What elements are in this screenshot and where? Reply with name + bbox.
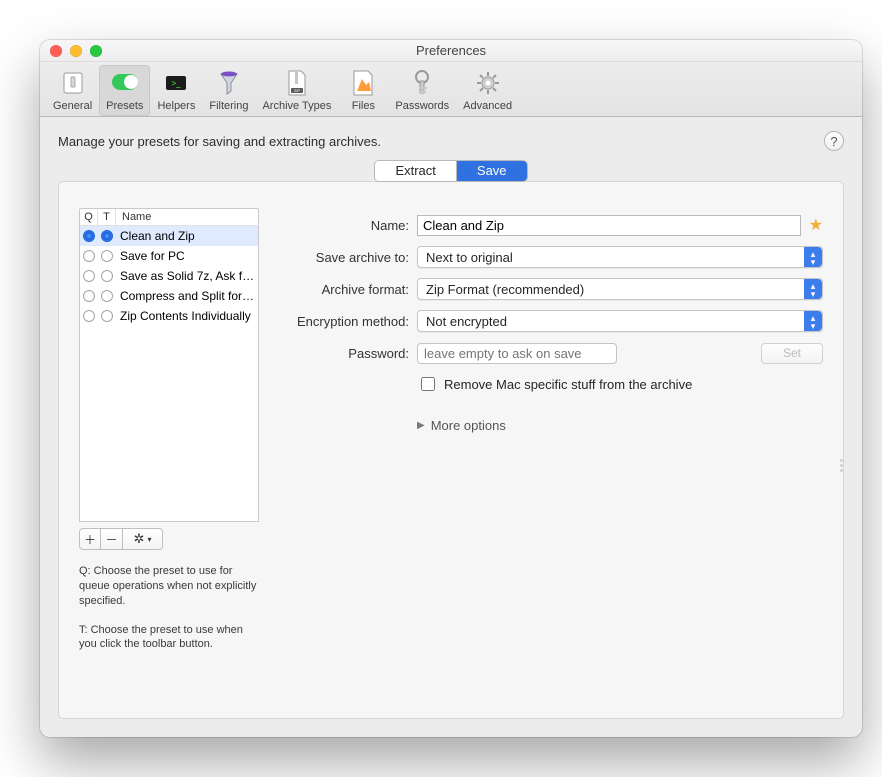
col-t[interactable]: T xyxy=(98,209,116,225)
helpers-icon: >_ xyxy=(161,68,191,98)
tab-passwords[interactable]: Passwords xyxy=(388,65,456,116)
drag-handle[interactable] xyxy=(840,450,844,480)
q-radio[interactable] xyxy=(83,230,95,242)
prefs-toolbar: General Presets >_ Helpers Filtering ZIP… xyxy=(40,62,862,117)
password-label: Password: xyxy=(287,346,417,361)
list-actions: ＋ － ✲ ▾ xyxy=(79,528,259,550)
gear-icon: ✲ xyxy=(134,531,145,547)
help-button[interactable]: ? xyxy=(824,131,844,151)
svg-text:ZIP: ZIP xyxy=(294,88,301,93)
presets-icon xyxy=(110,68,140,98)
t-radio[interactable] xyxy=(101,310,113,322)
toolbar-label: Files xyxy=(352,100,375,112)
page-description: Manage your presets for saving and extra… xyxy=(58,134,381,149)
col-name[interactable]: Name xyxy=(116,209,258,225)
encryption-label: Encryption method: xyxy=(287,314,417,329)
tab-archive-types[interactable]: ZIP Archive Types xyxy=(255,65,338,116)
plus-icon: ＋ xyxy=(84,531,96,548)
select-value: Next to original xyxy=(426,250,513,265)
files-icon xyxy=(348,68,378,98)
set-password-button[interactable]: Set xyxy=(761,343,823,364)
preset-list-header: Q T Name xyxy=(79,208,259,226)
close-window-button[interactable] xyxy=(50,45,62,57)
minimize-window-button[interactable] xyxy=(70,45,82,57)
mode-segmented: Extract Save xyxy=(375,161,526,181)
remove-mac-checkbox[interactable] xyxy=(421,377,435,391)
password-input[interactable] xyxy=(417,343,617,364)
advanced-icon xyxy=(473,68,503,98)
q-radio[interactable] xyxy=(83,290,95,302)
preset-row[interactable]: Save as Solid 7z, Ask fo… xyxy=(80,266,258,286)
zoom-window-button[interactable] xyxy=(90,45,102,57)
hint-t: T: Choose the preset to use when you cli… xyxy=(79,623,259,653)
t-radio[interactable] xyxy=(101,250,113,262)
preset-name: Compress and Split for… xyxy=(116,289,258,303)
general-icon xyxy=(58,68,88,98)
preset-name: Clean and Zip xyxy=(116,229,258,243)
segment-save[interactable]: Save xyxy=(457,161,527,181)
toolbar-label: Advanced xyxy=(463,100,512,112)
format-label: Archive format: xyxy=(287,282,417,297)
more-options-disclosure[interactable]: ▶ More options xyxy=(417,418,823,433)
toolbar-label: General xyxy=(53,100,92,112)
preset-name: Zip Contents Individually xyxy=(116,309,258,323)
updown-icon: ▴▾ xyxy=(808,282,818,298)
save-to-label: Save archive to: xyxy=(287,250,417,265)
passwords-icon xyxy=(407,68,437,98)
hint-q: Q: Choose the preset to use for queue op… xyxy=(79,564,259,609)
tab-files[interactable]: Files xyxy=(338,65,388,116)
chevron-down-icon: ▾ xyxy=(147,535,151,544)
minus-icon: － xyxy=(105,531,117,548)
select-value: Zip Format (recommended) xyxy=(426,282,584,297)
name-label: Name: xyxy=(287,218,417,233)
remove-mac-label: Remove Mac specific stuff from the archi… xyxy=(444,377,692,392)
archive-types-icon: ZIP xyxy=(282,68,312,98)
preset-list[interactable]: Clean and Zip Save for PC Save as Solid … xyxy=(79,226,259,522)
tab-filtering[interactable]: Filtering xyxy=(202,65,255,116)
archive-format-select[interactable]: Zip Format (recommended) ▴▾ xyxy=(417,278,823,300)
toolbar-label: Helpers xyxy=(157,100,195,112)
toolbar-label: Passwords xyxy=(395,100,449,112)
svg-text:>_: >_ xyxy=(172,79,182,88)
window-title: Preferences xyxy=(40,43,862,58)
more-options-label: More options xyxy=(431,418,506,433)
tab-general[interactable]: General xyxy=(46,65,99,116)
preset-name: Save as Solid 7z, Ask fo… xyxy=(116,269,258,283)
add-preset-button[interactable]: ＋ xyxy=(79,528,101,550)
segment-extract[interactable]: Extract xyxy=(375,161,456,181)
preferences-window: Preferences General Presets >_ Helpers F xyxy=(40,40,862,737)
t-radio[interactable] xyxy=(101,230,113,242)
toolbar-label: Archive Types xyxy=(262,100,331,112)
updown-icon: ▴▾ xyxy=(808,314,818,330)
q-radio[interactable] xyxy=(83,310,95,322)
tab-presets[interactable]: Presets xyxy=(99,65,150,116)
preset-row[interactable]: Save for PC xyxy=(80,246,258,266)
remove-preset-button[interactable]: － xyxy=(101,528,123,550)
preset-actions-menu[interactable]: ✲ ▾ xyxy=(123,528,163,550)
toolbar-label: Presets xyxy=(106,100,143,112)
preset-row[interactable]: Clean and Zip xyxy=(80,226,258,246)
disclosure-triangle-icon: ▶ xyxy=(417,420,425,431)
q-radio[interactable] xyxy=(83,270,95,282)
encryption-select[interactable]: Not encrypted ▴▾ xyxy=(417,310,823,332)
t-radio[interactable] xyxy=(101,290,113,302)
updown-icon: ▴▾ xyxy=(808,250,818,266)
col-q[interactable]: Q xyxy=(80,209,98,225)
titlebar: Preferences xyxy=(40,40,862,62)
tab-advanced[interactable]: Advanced xyxy=(456,65,519,116)
preset-name: Save for PC xyxy=(116,249,258,263)
name-input[interactable] xyxy=(417,215,801,236)
select-value: Not encrypted xyxy=(426,314,507,329)
tab-helpers[interactable]: >_ Helpers xyxy=(150,65,202,116)
filtering-icon xyxy=(214,68,244,98)
t-radio[interactable] xyxy=(101,270,113,282)
q-radio[interactable] xyxy=(83,250,95,262)
preset-row[interactable]: Compress and Split for… xyxy=(80,286,258,306)
toolbar-label: Filtering xyxy=(209,100,248,112)
presets-panel: Q T Name Clean and Zip Save for PC xyxy=(58,181,844,719)
preset-row[interactable]: Zip Contents Individually xyxy=(80,306,258,326)
save-to-select[interactable]: Next to original ▴▾ xyxy=(417,246,823,268)
favorite-star-icon[interactable]: ★ xyxy=(809,215,823,235)
